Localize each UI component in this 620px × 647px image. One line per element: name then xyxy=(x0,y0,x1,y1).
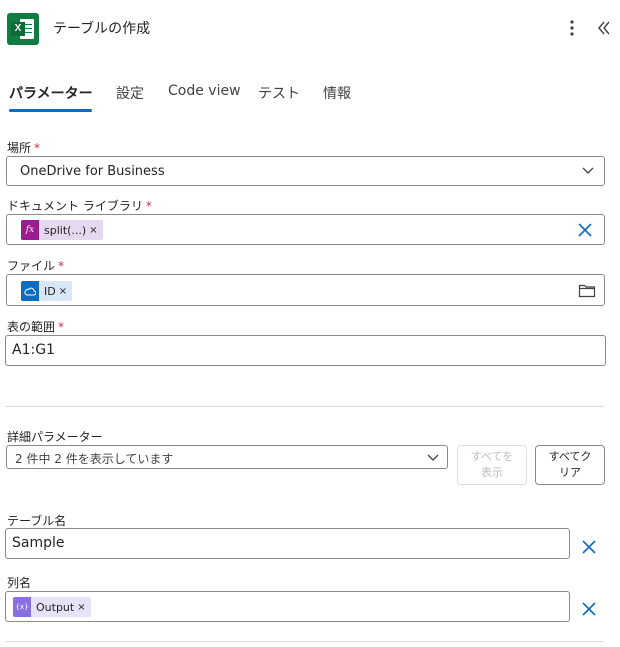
section-divider xyxy=(6,406,604,407)
remove-token-icon[interactable]: × xyxy=(59,286,72,297)
variable-icon: {x} xyxy=(13,597,31,617)
location-dropdown[interactable]: OneDrive for Business xyxy=(6,156,605,186)
show-all-button[interactable]: すべてを 表示 xyxy=(457,445,527,485)
remove-parameter-icon[interactable] xyxy=(581,539,597,555)
more-options-icon[interactable] xyxy=(563,15,581,41)
remove-token-icon[interactable]: × xyxy=(77,602,90,613)
collapse-panel-icon[interactable] xyxy=(595,16,613,40)
folder-icon[interactable] xyxy=(578,283,596,298)
range-label: 表の範囲 * xyxy=(7,320,65,334)
file-label: ファイル * xyxy=(7,259,65,273)
location-label: 場所 * xyxy=(7,141,41,155)
tab-settings[interactable]: 設定 xyxy=(116,83,144,103)
tab-about[interactable]: 情報 xyxy=(323,83,351,103)
split-expression-token[interactable]: fx split(...) × xyxy=(21,220,103,240)
id-token[interactable]: ID × xyxy=(21,281,73,301)
tab-code-view[interactable]: Code view xyxy=(168,83,241,99)
library-label: ドキュメント ライブラリ * xyxy=(7,199,152,213)
tab-parameters[interactable]: パラメーター xyxy=(9,83,93,103)
table-name-label: テーブル名 xyxy=(7,514,67,528)
range-input[interactable]: A1:G1 xyxy=(5,335,606,366)
onedrive-icon xyxy=(21,281,39,301)
function-icon: fx xyxy=(21,220,39,240)
clear-all-button[interactable]: すべてク リア xyxy=(535,445,605,485)
section-divider xyxy=(6,641,604,642)
tab-test[interactable]: テスト xyxy=(258,83,300,103)
advanced-parameters-label: 詳細パラメーター xyxy=(7,430,103,444)
chevron-down-icon xyxy=(427,454,439,461)
page-title: テーブルの作成 xyxy=(53,21,151,37)
output-variable-token[interactable]: {x} Output × xyxy=(13,597,91,617)
library-input[interactable]: fx split(...) × xyxy=(6,214,605,245)
clear-icon[interactable] xyxy=(577,222,593,238)
active-tab-indicator xyxy=(9,109,92,112)
chevron-down-icon xyxy=(582,167,594,174)
column-names-label: 列名 xyxy=(7,576,32,590)
remove-parameter-icon[interactable] xyxy=(581,601,597,617)
column-names-input[interactable]: {x} Output × xyxy=(5,591,570,622)
excel-icon: X xyxy=(7,13,39,45)
advanced-parameters-dropdown[interactable]: 2 件中 2 件を表示しています xyxy=(6,445,448,469)
remove-token-icon[interactable]: × xyxy=(89,225,102,236)
file-input[interactable]: ID × xyxy=(6,274,605,306)
table-name-input[interactable]: Sample xyxy=(5,528,570,559)
